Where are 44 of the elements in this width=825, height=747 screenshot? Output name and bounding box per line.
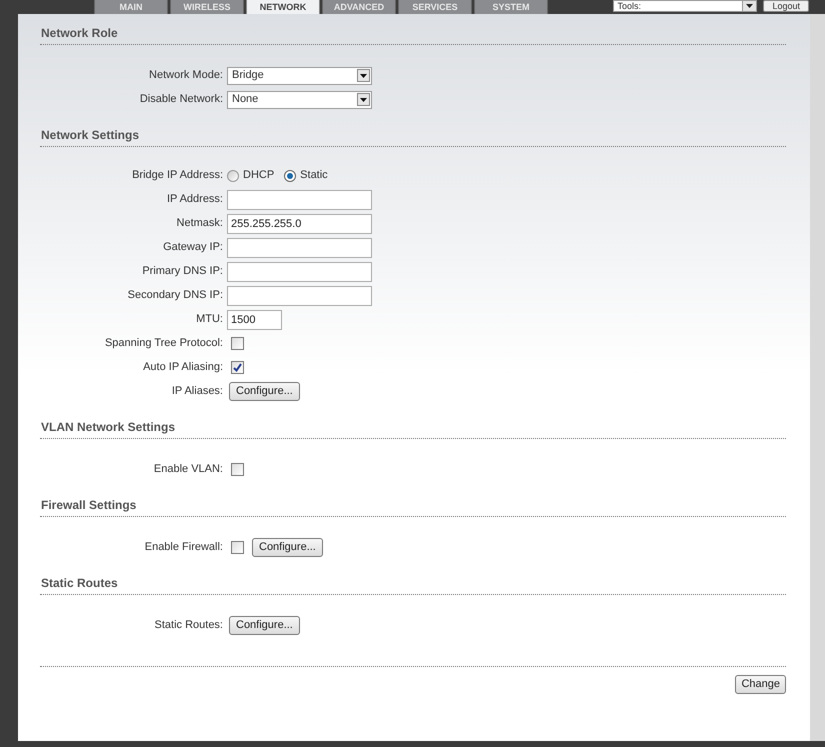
section-heading: Static Routes <box>41 576 119 592</box>
dropdown-select[interactable]: Bridge <box>227 66 372 84</box>
configure-button[interactable]: Configure... <box>229 382 300 401</box>
configure-button[interactable]: Configure... <box>229 616 300 635</box>
tools-select[interactable]: Tools: <box>613 0 758 12</box>
checkbox[interactable] <box>231 337 244 350</box>
field-label: Enable VLAN: <box>152 462 223 478</box>
field-label: Bridge IP Address: <box>131 168 223 184</box>
field-label: Disable Network: <box>138 92 223 108</box>
text-field[interactable] <box>227 190 372 210</box>
tools-select-value: Tools: <box>617 2 642 10</box>
radio-option[interactable]: Static <box>284 167 328 184</box>
text-field[interactable] <box>227 286 372 306</box>
field-label: IP Aliases: <box>170 384 223 400</box>
checkbox[interactable] <box>231 463 244 476</box>
section-heading: Network Settings <box>41 128 140 144</box>
field-label: Enable Firewall: <box>144 540 223 556</box>
field-label: Netmask: <box>176 216 223 232</box>
field-label: Auto IP Aliasing: <box>142 360 223 376</box>
text-field[interactable] <box>227 262 372 282</box>
logout-button[interactable]: Logout <box>763 0 809 12</box>
text-field[interactable]: 255.255.255.0 <box>227 214 372 234</box>
field-label: Primary DNS IP: <box>141 264 223 280</box>
radio-option[interactable]: DHCP <box>227 167 274 184</box>
field-label: Gateway IP: <box>162 240 223 256</box>
field-label: Secondary DNS IP: <box>126 288 223 304</box>
field-label: IP Address: <box>166 192 223 208</box>
section-heading: VLAN Network Settings <box>41 420 176 436</box>
text-field[interactable] <box>227 238 372 258</box>
change-button[interactable]: Change <box>735 675 786 694</box>
section-heading: Network Role <box>41 26 119 42</box>
checkbox[interactable] <box>231 541 244 554</box>
text-field[interactable]: 1500 <box>227 310 282 330</box>
field-label: MTU: <box>195 312 223 328</box>
checkbox[interactable] <box>231 361 244 374</box>
nav-tab[interactable]: NETWORK <box>246 0 320 14</box>
section-heading: Firewall Settings <box>41 498 138 514</box>
field-label: Static Routes: <box>154 618 223 634</box>
dropdown-select[interactable]: None <box>227 90 372 108</box>
dropdown-value: None <box>232 92 260 108</box>
configure-button[interactable]: Configure... <box>252 538 323 557</box>
field-label: Spanning Tree Protocol: <box>104 336 223 352</box>
field-label: Network Mode: <box>148 68 223 84</box>
dropdown-value: Bridge <box>232 68 265 84</box>
